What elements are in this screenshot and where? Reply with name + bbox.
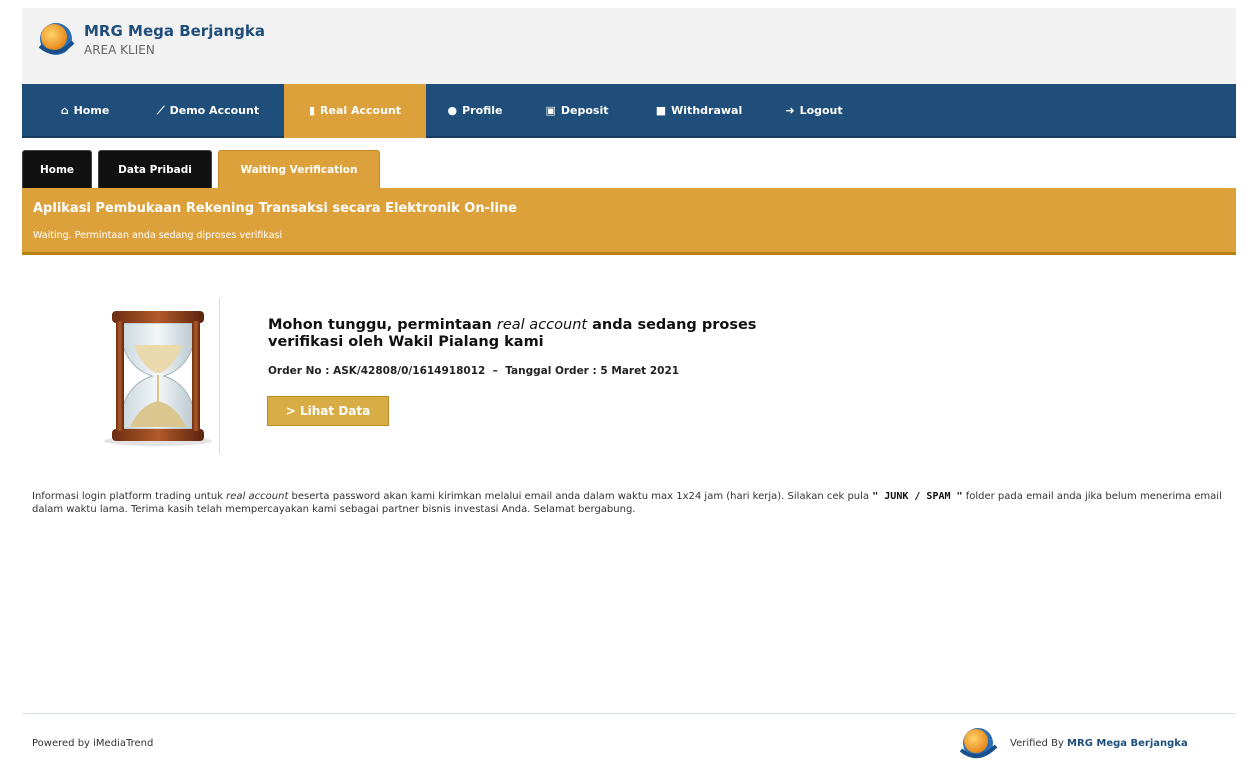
nav-profile[interactable]: ● Profile — [430, 84, 520, 138]
message-line1-prefix: Mohon tunggu, permintaan — [268, 317, 497, 333]
tab-home[interactable]: Home — [22, 150, 92, 188]
nav-real-account[interactable]: ▮ Real Account — [284, 84, 426, 138]
order-no-value: ASK/42808/0/1614918012 — [333, 365, 486, 377]
message-line2: verifikasi oleh Wakil Pialang kami — [268, 334, 544, 350]
nav-home[interactable]: ⌂ Home — [42, 84, 128, 138]
banner-title: Aplikasi Pembukaan Rekening Transaksi se… — [33, 201, 517, 216]
user-icon: ● — [447, 104, 458, 117]
brand-subtitle: AREA KLIEN — [84, 43, 155, 57]
nav-deposit[interactable]: ▣ Deposit — [528, 84, 626, 138]
verified-by: Verified By MRG Mega Berjangka — [1010, 738, 1188, 749]
brand-logo[interactable] — [36, 20, 76, 60]
info-paragraph: Informasi login platform trading untuk r… — [32, 490, 1238, 516]
powered-by: Powered by iMediaTrend — [32, 738, 154, 749]
info-emphasis: real account — [226, 491, 289, 502]
nav-demo-account-label: Demo Account — [169, 104, 260, 117]
info-part2: beserta password akan kami kirimkan mela… — [288, 491, 873, 502]
nav-demo-account[interactable]: ⟋ Demo Account — [138, 84, 278, 138]
order-date-value: 5 Maret 2021 — [600, 365, 680, 377]
nav-home-label: Home — [73, 104, 110, 117]
waiting-message: Mohon tunggu, permintaan real account an… — [268, 317, 828, 351]
view-data-button[interactable]: > Lihat Data — [267, 396, 389, 426]
order-no-label: Order No : — [268, 365, 330, 377]
tab-data-pribadi[interactable]: Data Pribadi — [98, 150, 212, 188]
verified-brand[interactable]: MRG Mega Berjangka — [1067, 738, 1188, 749]
nav-withdrawal[interactable]: ■ Withdrawal — [634, 84, 764, 138]
footer-divider — [22, 713, 1236, 714]
chart-icon: ⟋ — [156, 104, 165, 117]
money-icon: ▣ — [545, 104, 556, 117]
briefcase-icon: ■ — [655, 104, 667, 117]
verified-prefix: Verified By — [1010, 738, 1068, 749]
nav-profile-label: Profile — [462, 104, 503, 117]
nav-logout[interactable]: ➜ Logout — [770, 84, 858, 138]
page-banner: Aplikasi Pembukaan Rekening Transaksi se… — [22, 188, 1236, 255]
banner-subtitle: Waiting. Permintaan anda sedang diproses… — [33, 230, 283, 241]
header: MRG Mega Berjangka AREA KLIEN — [22, 8, 1236, 84]
home-icon: ⌂ — [60, 104, 69, 117]
order-separator: – — [492, 365, 498, 377]
order-info: Order No : ASK/42808/0/1614918012 – Tang… — [268, 365, 679, 377]
footer-logo-icon — [959, 728, 998, 758]
message-line1-suffix: anda sedang proses — [587, 317, 757, 333]
main-navbar: ⌂ Home ⟋ Demo Account ▮ Real Account ● Profi… — [22, 84, 1236, 138]
nav-withdrawal-label: Withdrawal — [671, 104, 743, 117]
bar-chart-icon: ▮ — [308, 104, 316, 117]
tab-waiting-verification[interactable]: Waiting Verification — [218, 150, 380, 188]
hourglass-icon — [104, 311, 212, 446]
brand-name: MRG Mega Berjangka — [84, 22, 265, 40]
nav-real-account-label: Real Account — [320, 104, 402, 117]
info-junk-spam: " JUNK / SPAM " — [872, 491, 963, 502]
nav-deposit-label: Deposit — [560, 104, 609, 117]
nav-logout-label: Logout — [799, 104, 843, 117]
order-date-label: Tanggal Order : — [505, 365, 597, 377]
logout-icon: ➜ — [785, 104, 795, 117]
message-line1-emphasis: real account — [496, 317, 588, 333]
divider — [219, 298, 220, 454]
info-part1: Informasi login platform trading untuk — [32, 491, 227, 502]
